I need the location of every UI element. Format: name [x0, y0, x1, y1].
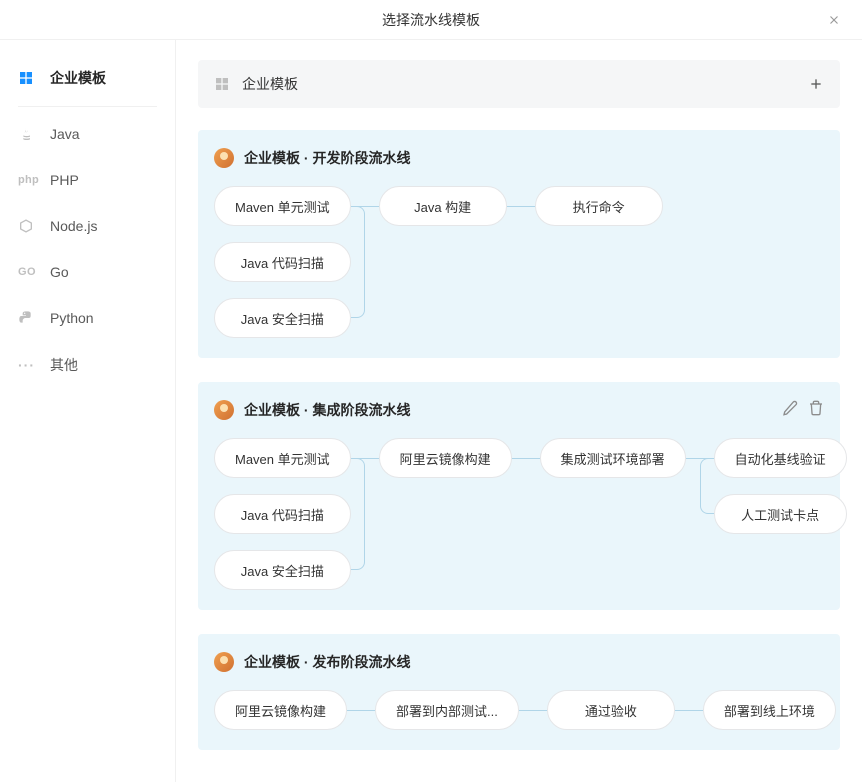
- go-icon: GO: [18, 263, 40, 281]
- avatar: [214, 400, 234, 420]
- stage-node[interactable]: Java 代码扫描: [214, 494, 351, 534]
- sidebar-item-label: PHP: [50, 172, 79, 188]
- section-header: 企业模板: [198, 60, 840, 108]
- stage-node[interactable]: Java 构建: [379, 186, 507, 226]
- grid-icon: [214, 76, 230, 92]
- sidebar-item-label: Go: [50, 264, 69, 280]
- sidebar-item-java[interactable]: Java: [0, 111, 175, 157]
- stage-node[interactable]: 通过验收: [547, 690, 675, 730]
- stage-node[interactable]: 执行命令: [535, 186, 663, 226]
- avatar: [214, 652, 234, 672]
- stage-node[interactable]: 部署到线上环境: [703, 690, 836, 730]
- stage-node[interactable]: 自动化基线验证: [714, 438, 847, 478]
- content-area: 企业模板 企业模板 · 开发阶段流水线 Maven 单元测试 Java 代码扫描: [176, 40, 862, 782]
- sidebar-item-python[interactable]: Python: [0, 295, 175, 341]
- template-title: 企业模板 · 集成阶段流水线: [244, 400, 410, 420]
- stage-node[interactable]: 集成测试环境部署: [540, 438, 686, 478]
- plus-icon: [808, 76, 824, 92]
- sidebar-item-label: Python: [50, 310, 94, 326]
- sidebar: 企业模板 Java php PHP Node.js GO Go: [0, 40, 176, 782]
- python-icon: [18, 309, 40, 327]
- template-title: 企业模板 · 开发阶段流水线: [244, 148, 410, 168]
- sidebar-item-enterprise[interactable]: 企业模板: [0, 54, 175, 102]
- modal-title: 选择流水线模板: [382, 10, 480, 30]
- stage-node[interactable]: Java 安全扫描: [214, 298, 351, 338]
- section-title: 企业模板: [242, 74, 298, 94]
- avatar: [214, 148, 234, 168]
- java-icon: [18, 125, 40, 143]
- node-icon: [18, 217, 40, 235]
- stage-node[interactable]: Maven 单元测试: [214, 186, 351, 226]
- stage-node[interactable]: 阿里云镜像构建: [214, 690, 347, 730]
- close-button[interactable]: [822, 8, 846, 32]
- sidebar-item-label: Node.js: [50, 218, 97, 234]
- edit-button[interactable]: [782, 400, 798, 416]
- stage-node[interactable]: 人工测试卡点: [714, 494, 847, 534]
- stage-node[interactable]: Java 代码扫描: [214, 242, 351, 282]
- stage-node[interactable]: 阿里云镜像构建: [379, 438, 512, 478]
- dots-icon: ···: [18, 356, 40, 374]
- sidebar-item-go[interactable]: GO Go: [0, 249, 175, 295]
- template-title: 企业模板 · 发布阶段流水线: [244, 652, 410, 672]
- pencil-icon: [782, 400, 798, 416]
- close-icon: [827, 13, 841, 27]
- sidebar-item-php[interactable]: php PHP: [0, 157, 175, 203]
- template-card[interactable]: 企业模板 · 发布阶段流水线 阿里云镜像构建 部署到内部测试... 通过验收: [198, 634, 840, 750]
- sidebar-item-label: Java: [50, 126, 80, 142]
- stage-node[interactable]: 部署到内部测试...: [375, 690, 519, 730]
- modal-header: 选择流水线模板: [0, 0, 862, 40]
- sidebar-item-node[interactable]: Node.js: [0, 203, 175, 249]
- template-card[interactable]: 企业模板 · 开发阶段流水线 Maven 单元测试 Java 代码扫描 Java…: [198, 130, 840, 358]
- add-template-button[interactable]: [808, 76, 824, 92]
- php-icon: php: [18, 171, 40, 189]
- grid-icon: [18, 69, 40, 87]
- sidebar-item-other[interactable]: ··· 其他: [0, 341, 175, 389]
- stage-node[interactable]: Java 安全扫描: [214, 550, 351, 590]
- trash-icon: [808, 400, 824, 416]
- sidebar-item-label: 其他: [50, 355, 78, 375]
- sidebar-item-label: 企业模板: [50, 68, 106, 88]
- template-card[interactable]: 企业模板 · 集成阶段流水线 Maven 单元测试 Java 代码扫描: [198, 382, 840, 610]
- stage-node[interactable]: Maven 单元测试: [214, 438, 351, 478]
- delete-button[interactable]: [808, 400, 824, 416]
